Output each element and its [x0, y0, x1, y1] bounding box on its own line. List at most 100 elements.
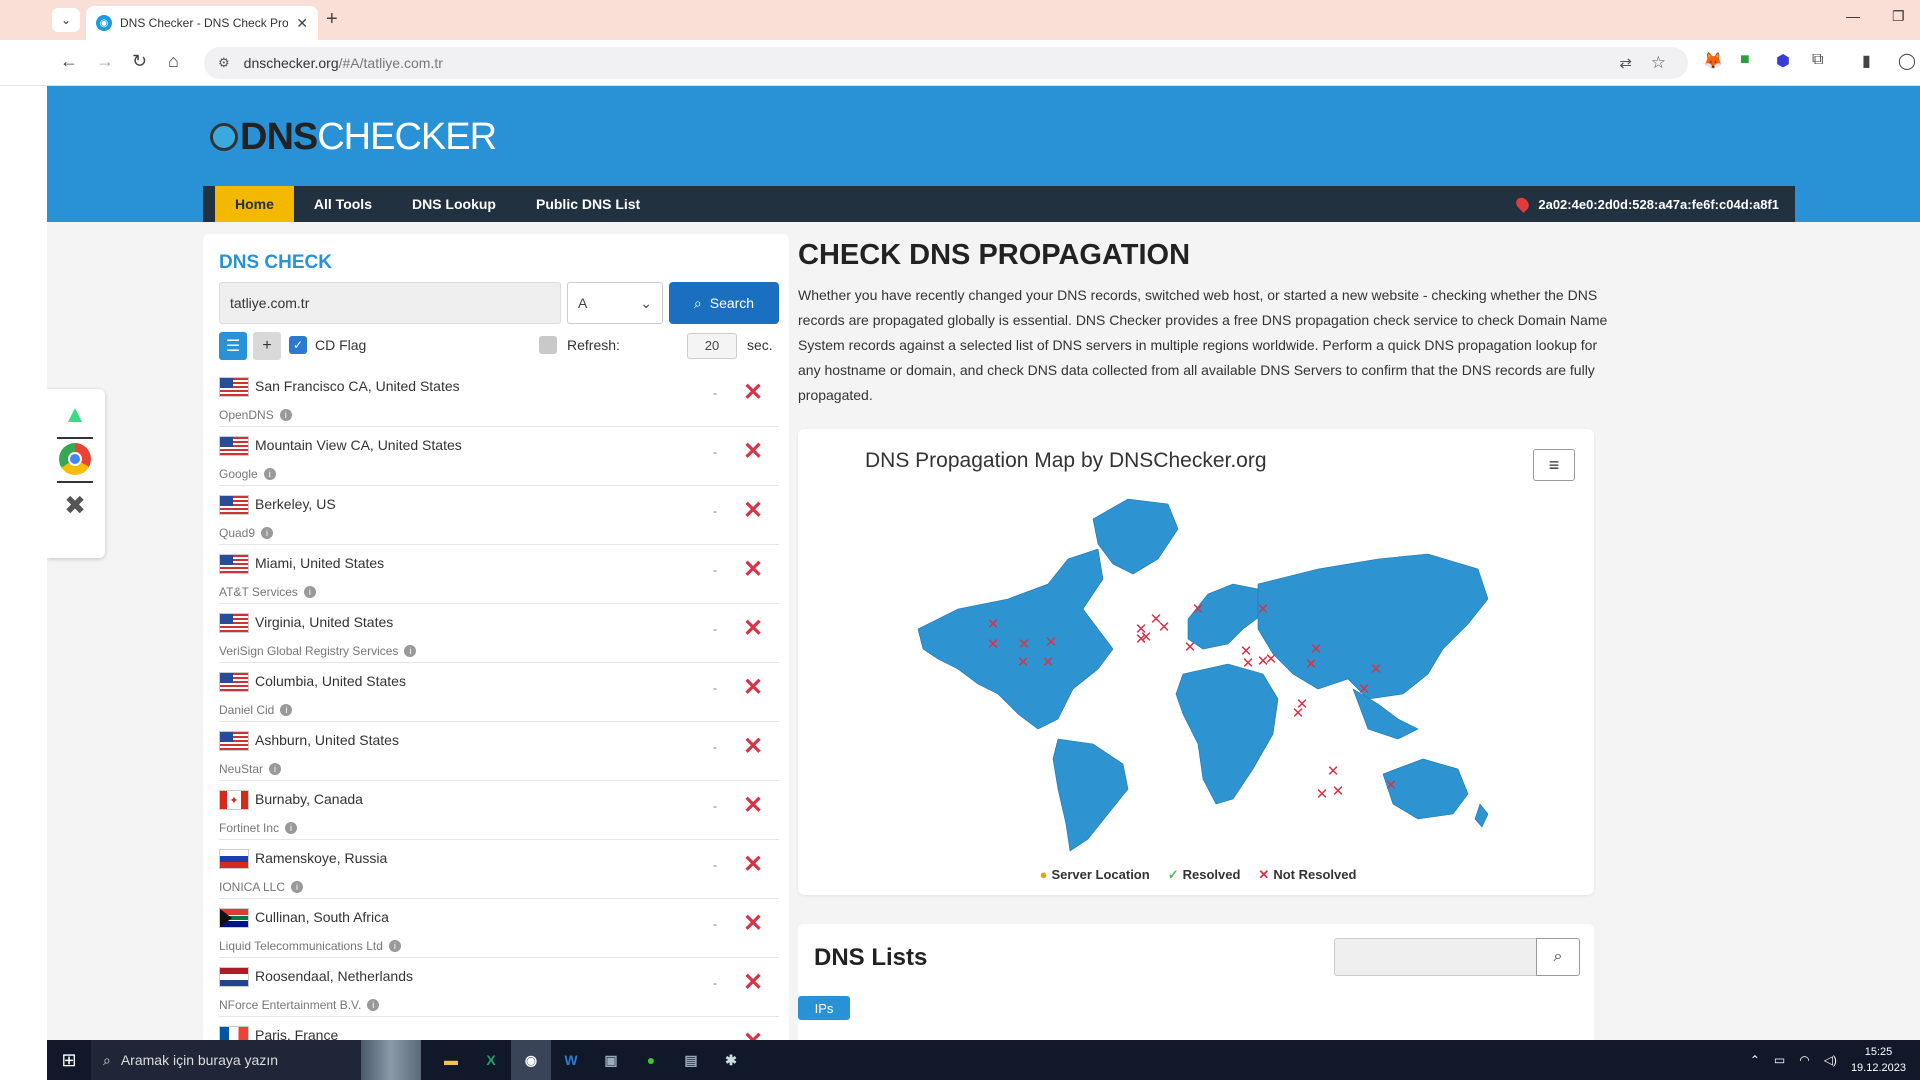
info-icon[interactable]: i — [404, 645, 417, 657]
word-icon[interactable]: W — [551, 1040, 591, 1080]
settings-app-icon[interactable]: ✱ — [711, 1040, 751, 1080]
minimize-icon[interactable]: — — [1846, 8, 1860, 24]
tab-ips[interactable]: IPs — [798, 996, 850, 1020]
new-tab-icon[interactable]: + — [326, 8, 338, 31]
map-greenland — [1092, 498, 1179, 575]
settings-sliders-button[interactable]: ☰ — [219, 332, 247, 360]
battery-icon[interactable]: ▭ — [1774, 1053, 1785, 1067]
search-icon[interactable]: ⌕ — [1536, 938, 1580, 976]
side-panel-icon[interactable]: ▮ — [1862, 51, 1871, 71]
wifi-icon[interactable]: ◠ — [1799, 1053, 1809, 1067]
flag-ca-icon: ✦ — [219, 790, 249, 810]
site-logo[interactable]: DNS CHECKER — [210, 109, 497, 165]
logo-text-checker: CHECKER — [317, 115, 497, 158]
search-button[interactable]: ⌕ Search — [669, 282, 779, 324]
tools-icon[interactable]: ✖ — [59, 489, 91, 521]
site-header: DNS CHECKER Home All Tools DNS Lookup Pu… — [47, 86, 1920, 222]
nav-public-dns-list[interactable]: Public DNS List — [516, 186, 660, 222]
tab-title: DNS Checker - DNS Check Prop — [120, 16, 289, 30]
server-location: Burnaby, Canada — [255, 791, 363, 807]
server-provider: Google i — [219, 467, 276, 481]
extension-green-icon[interactable]: ■ — [1740, 51, 1750, 69]
search-highlight-image[interactable] — [361, 1040, 421, 1080]
refresh-checkbox[interactable] — [539, 336, 557, 354]
translate-icon[interactable]: ⇄ — [1619, 54, 1632, 72]
taskbar-search[interactable]: ⌕ Aramak için buraya yazın — [91, 1040, 361, 1080]
chrome-taskbar-icon[interactable]: ◉ — [511, 1040, 551, 1080]
back-icon[interactable]: ← — [60, 51, 78, 72]
server-provider: NForce Entertainment B.V. i — [219, 998, 380, 1012]
flag-us-icon — [219, 377, 249, 397]
search-icon: ⌕ — [103, 1051, 111, 1068]
dns-lists-search-input[interactable] — [1334, 938, 1536, 976]
map-africa — [1175, 663, 1279, 805]
chrome-icon[interactable] — [59, 443, 91, 475]
info-icon[interactable]: i — [263, 468, 276, 480]
reload-icon[interactable]: ↻ — [132, 51, 147, 72]
profile-icon[interactable]: ◯ — [1898, 51, 1916, 71]
info-icon[interactable]: i — [303, 586, 316, 598]
server-row: Columbia, United States Daniel Cid i - ✕ — [219, 663, 779, 722]
nav-all-tools[interactable]: All Tools — [294, 186, 392, 222]
windows-start-icon[interactable]: ⊞ — [47, 1040, 91, 1080]
server-result: - — [713, 740, 717, 754]
dns-lists-title: DNS Lists — [814, 944, 928, 971]
info-icon[interactable]: i — [388, 940, 401, 952]
hs-app-icon[interactable]: ● — [631, 1040, 671, 1080]
restore-icon[interactable]: ❐ — [1892, 8, 1905, 25]
not-resolved-marker: ✕ — [1045, 633, 1058, 651]
nav-home[interactable]: Home — [215, 186, 294, 222]
server-location: Paris, France — [255, 1027, 339, 1040]
not-resolved-marker: ✕ — [1316, 785, 1329, 803]
server-result: - — [713, 504, 717, 518]
server-row: Virginia, United States VeriSign Global R… — [219, 604, 779, 663]
address-bar[interactable]: ⚙ dnschecker.org/#A/tatliye.com.tr ⇄ ☆ — [204, 47, 1688, 79]
bookmark-star-icon[interactable]: ☆ — [1651, 53, 1666, 73]
chevron-up-icon[interactable]: ⌃ — [1750, 1053, 1760, 1067]
refresh-interval-input[interactable]: 20 — [687, 333, 737, 359]
forward-icon[interactable]: → — [96, 51, 114, 72]
file-explorer-icon[interactable]: ▬ — [431, 1040, 471, 1080]
divider — [57, 437, 93, 439]
dns-check-title: DNS CHECK — [219, 252, 332, 273]
not-resolved-marker: ✕ — [1184, 638, 1197, 656]
info-icon[interactable]: i — [261, 527, 274, 539]
not-resolved-icon: ✕ — [743, 851, 764, 878]
map-menu-button[interactable]: ≡ — [1533, 449, 1575, 481]
close-tab-icon[interactable]: ✕ — [296, 15, 308, 32]
info-icon[interactable]: i — [279, 409, 292, 421]
home-icon[interactable]: ⌂ — [168, 51, 179, 72]
nav-dns-lookup[interactable]: DNS Lookup — [392, 186, 516, 222]
volume-icon[interactable]: ◁) — [1824, 1053, 1837, 1067]
add-server-button[interactable]: + — [253, 332, 281, 360]
server-provider: Liquid Telecommunications Ltd i — [219, 939, 401, 953]
excel-icon[interactable]: X — [471, 1040, 511, 1080]
record-type-value: A — [578, 295, 588, 311]
clock[interactable]: 15:25 19.12.2023 — [1851, 1044, 1906, 1076]
not-resolved-icon: ✕ — [743, 910, 764, 937]
extensions-puzzle-icon[interactable]: ⧉ — [1812, 51, 1823, 69]
domain-input[interactable] — [219, 282, 561, 324]
info-icon[interactable]: i — [367, 999, 380, 1011]
info-icon[interactable]: i — [269, 763, 282, 775]
search-icon: ⌕ — [693, 294, 702, 311]
info-icon[interactable]: i — [285, 822, 298, 834]
browser-tab[interactable]: ◉ DNS Checker - DNS Check Prop ✕ — [86, 6, 318, 40]
not-resolved-icon: ✕ — [743, 615, 764, 642]
metamask-icon[interactable]: 🦊 — [1703, 51, 1723, 71]
info-icon[interactable]: i — [280, 704, 293, 716]
info-icon[interactable]: i — [291, 881, 304, 893]
site-info-icon[interactable]: ⚙ — [218, 55, 230, 71]
record-type-select[interactable]: A ⌄ — [567, 282, 663, 324]
not-resolved-marker: ✕ — [1017, 653, 1030, 671]
cd-flag-label: CD Flag — [315, 337, 367, 353]
remote-app-icon[interactable]: ▤ — [671, 1040, 711, 1080]
flag-us-icon — [219, 554, 249, 574]
refresh-label: Refresh: — [567, 337, 620, 353]
extension-blue-icon[interactable]: ⬢ — [1776, 51, 1790, 71]
tab-search-dropdown[interactable]: ⌄ — [52, 8, 80, 32]
network-app-icon[interactable]: ▣ — [591, 1040, 631, 1080]
android-icon[interactable]: ▲ — [59, 399, 91, 431]
legend-server-location: ● Server Location — [1039, 867, 1150, 882]
cd-flag-checkbox[interactable]: ✓ — [289, 336, 307, 354]
